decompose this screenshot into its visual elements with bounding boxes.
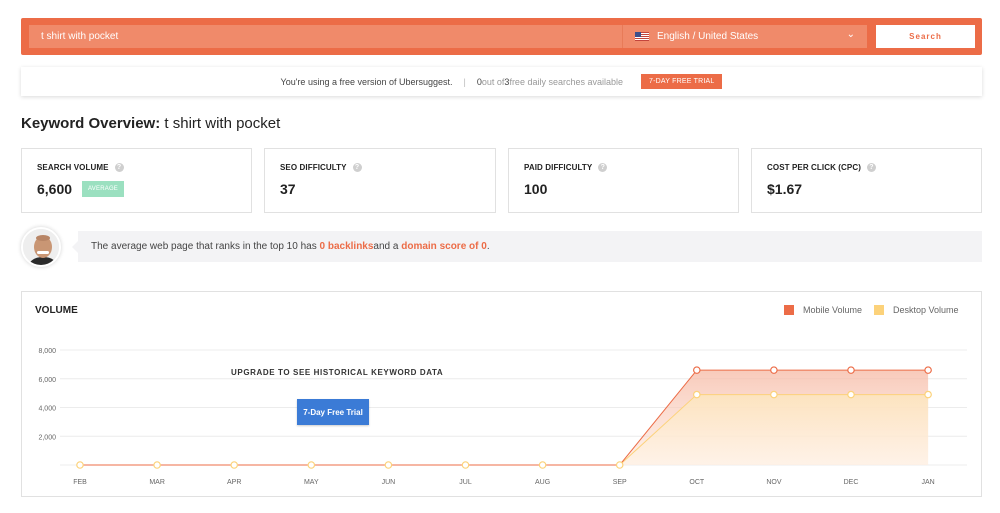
- desktop-point: [770, 390, 778, 399]
- volume-panel: VOLUME Mobile Volume Desktop Volume 2,00…: [21, 291, 982, 497]
- search-button[interactable]: Search: [876, 25, 975, 48]
- question-icon[interactable]: ?: [867, 163, 876, 172]
- metric-card-search-volume: SEARCH VOLUME? 6,600 AVERAGE: [21, 148, 252, 213]
- searches-out-of: out of: [481, 76, 505, 87]
- search-bar: t shirt with pocket English / United Sta…: [21, 18, 982, 55]
- metric-value: 100: [524, 181, 548, 197]
- notice-message: You're using a free version of Ubersugge…: [280, 76, 453, 87]
- y-tick-label: 4,000: [38, 406, 56, 413]
- locale-select[interactable]: English / United States ⌄: [622, 25, 867, 48]
- desktop-point: [153, 461, 161, 469]
- metric-label: SEO DIFFICULTY: [280, 163, 347, 172]
- metric-label: SEARCH VOLUME: [37, 163, 109, 172]
- desktop-point: [461, 461, 470, 469]
- free-version-notice: You're using a free version of Ubersugge…: [21, 67, 982, 96]
- tip-suffix: .: [486, 241, 490, 252]
- y-tick-label: 2,000: [38, 434, 56, 441]
- desktop-point: [924, 390, 932, 399]
- x-tick-label: MAY: [304, 479, 319, 486]
- y-tick-label: 6,000: [38, 377, 56, 384]
- desktop-point: [76, 461, 84, 469]
- x-tick-label: JUN: [382, 479, 396, 486]
- x-tick-label: DEC: [844, 479, 859, 486]
- metric-label: PAID DIFFICULTY: [524, 163, 593, 172]
- x-tick-label: JUL: [459, 479, 472, 486]
- desktop-point: [847, 390, 855, 399]
- metric-card-paid-difficulty: PAID DIFFICULTY? 100: [508, 148, 739, 213]
- x-tick-label: OCT: [689, 479, 705, 486]
- question-icon[interactable]: ?: [352, 163, 362, 172]
- x-tick-label: NOV: [766, 479, 782, 486]
- upgrade-message: UPGRADE TO SEE HISTORICAL KEYWORD DATA: [231, 368, 444, 377]
- mobile-point: [847, 366, 855, 374]
- mobile-point: [692, 366, 701, 374]
- tip-backlinks: 0 backlinks: [319, 241, 374, 252]
- tip-bubble: The average web page that ranks in the t…: [72, 231, 982, 262]
- x-tick-label: MAR: [149, 479, 165, 486]
- tip-prefix: The average web page that ranks in the t…: [91, 241, 317, 252]
- avatar-image: [23, 229, 59, 265]
- desktop-point: [307, 461, 316, 469]
- avatar: [21, 227, 61, 267]
- metric-value: 37: [280, 181, 296, 197]
- desktop-point: [384, 461, 393, 469]
- page-title: Keyword Overview: t shirt with pocket: [21, 115, 280, 132]
- metric-value: 6,600: [37, 181, 73, 197]
- searches-suffix: free daily searches available: [509, 76, 624, 87]
- mobile-point: [924, 366, 932, 374]
- tip-middle: and a: [373, 241, 399, 252]
- question-icon[interactable]: ?: [114, 163, 124, 172]
- x-tick-label: AUG: [535, 479, 550, 486]
- mobile-point: [770, 366, 778, 374]
- desktop-point: [692, 390, 701, 399]
- locale-label: English / United States: [657, 31, 759, 42]
- volume-chart: 2,000 4,000 6,000 8,000 FEB MAR APR MAY JUN JUL AU…: [38, 348, 967, 486]
- chevron-down-icon: ⌄: [846, 29, 855, 40]
- metric-label: COST PER CLICK (CPC): [767, 163, 861, 172]
- us-flag-icon: [635, 32, 649, 41]
- desktop-point: [615, 461, 624, 469]
- question-icon[interactable]: ?: [598, 163, 608, 172]
- y-tick-label: 8,000: [38, 348, 56, 355]
- x-tick-label: APR: [227, 479, 241, 486]
- free-trial-button[interactable]: 7-DAY FREE TRIAL: [641, 74, 723, 89]
- desktop-point: [538, 461, 547, 469]
- page-title-label: Keyword Overview:: [21, 115, 161, 132]
- page-title-keyword: t shirt with pocket: [164, 115, 281, 132]
- trial-button[interactable]: 7-Day Free Trial: [297, 399, 369, 425]
- tip-domain-score: domain score of 0: [401, 241, 487, 252]
- status-badge: AVERAGE: [82, 181, 125, 197]
- x-tick-label: FEB: [73, 479, 87, 486]
- x-tick-label: SEP: [613, 479, 627, 486]
- x-tick-label: JAN: [921, 479, 934, 486]
- metric-card-seo-difficulty: SEO DIFFICULTY? 37: [264, 148, 496, 213]
- notice-separator: |: [463, 76, 466, 87]
- metric-value: $1.67: [767, 181, 803, 197]
- desktop-area: [80, 394, 929, 465]
- metric-card-cpc: COST PER CLICK (CPC)? $1.67: [751, 148, 982, 213]
- keyword-input[interactable]: t shirt with pocket: [29, 25, 622, 48]
- desktop-point: [230, 461, 239, 469]
